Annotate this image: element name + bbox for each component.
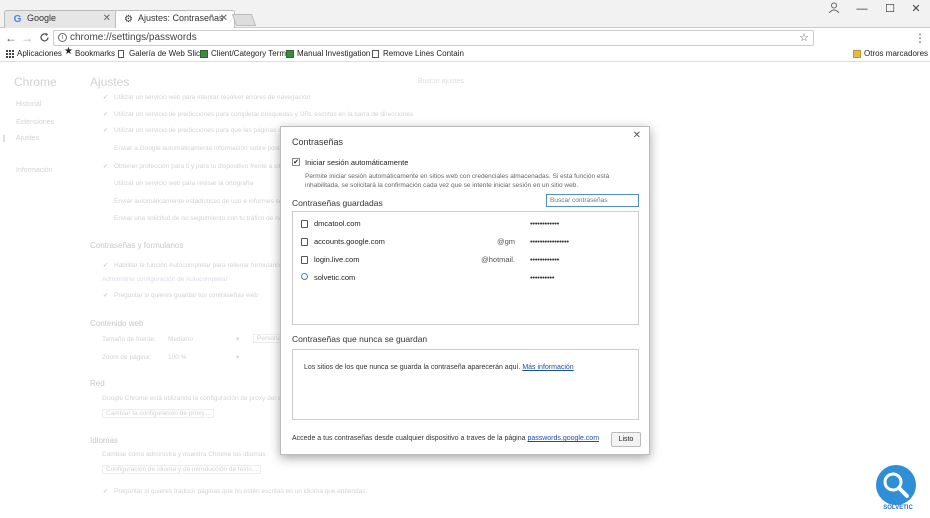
page-icon [118,50,124,58]
minimize-button[interactable]: — [848,0,876,18]
google-icon: G [13,14,22,25]
saved-passwords-list: dmcatool.com •••••••••••• accounts.googl… [292,211,639,325]
url-text: chrome://settings/passwords [70,32,197,43]
new-tab-button[interactable] [231,14,257,26]
list-item[interactable]: dmcatool.com •••••••••••• [293,215,638,233]
password-site: login.live.com [314,255,360,264]
solvetic-icon [301,273,308,280]
address-bar[interactable]: i chrome://settings/passwords ☆ [53,30,814,46]
bookmark-star-icon[interactable]: ☆ [799,31,809,45]
never-saved-empty-text: Los sitios de los que nunca se guarda la… [304,364,574,371]
bookmark-bookmarks[interactable]: ★ Bookmarks [64,46,116,60]
close-window-button[interactable]: ✕ [902,0,930,18]
bookmark-label: Otros marcadores [864,49,929,58]
page-icon [301,256,308,264]
passwords-dialog: Contraseñas ✕ ✔ Iniciar sesión automátic… [280,126,650,455]
chrome-menu-icon[interactable]: ⋮ [914,31,926,45]
tab-label: Ajustes: Contraseñas [138,13,224,23]
solvetic-logo-mark [876,465,916,505]
bookmark-label: Remove Lines Contain [383,49,464,58]
close-tab-icon[interactable]: ✕ [103,13,111,24]
bookmark-client-category[interactable]: Client/Category Term [200,48,286,60]
solvetic-logo: SOLVETIC [872,465,924,513]
page-icon [372,50,379,58]
tab-strip: G Google ✕ ⚙ Ajustes: Contraseñas ✕ — ☐ … [0,0,930,29]
password-masked[interactable]: •••••••••••• [530,215,559,233]
autologin-description: Permite iniciar sesión automáticamente e… [305,173,610,189]
tab-label: Google [27,13,57,23]
bookmark-label: Galería de Web Slice [129,49,205,58]
apps-grid-icon [6,50,14,58]
reload-button[interactable] [37,30,51,46]
bookmark-label: Manual Investigation [297,49,371,58]
password-site: dmcatool.com [314,219,361,228]
tab-google[interactable]: G Google ✕ [4,10,118,28]
close-tab-icon[interactable]: ✕ [220,13,228,24]
bookmark-apps[interactable]: Aplicaciones [6,48,62,60]
bookmark-web-slice[interactable]: Galería de Web Slice [118,48,204,60]
footer-message: Accede a tus contraseñas desde cualquier… [292,435,526,442]
never-saved-list: Los sitios de los que nunca se guarda la… [292,349,639,420]
never-saved-heading: Contraseñas que nunca se guardan [292,334,428,344]
passwords-google-link[interactable]: passwords.google.com [527,435,599,442]
password-search-input[interactable] [546,194,639,207]
back-button[interactable]: ← [4,30,18,46]
green-bookmark-icon [286,50,294,58]
bookmark-label: Client/Category Term [211,49,286,58]
list-item[interactable]: solvetic.com •••••••••• [293,269,638,287]
dialog-title: Contraseñas [292,137,344,147]
close-icon[interactable]: ✕ [633,130,641,141]
bookmark-label: Bookmarks [75,49,116,58]
toolbar: ← → i chrome://settings/passwords ☆ [0,28,930,48]
page-icon [301,220,308,228]
password-username: @hotmail. [481,255,515,264]
autologin-checkbox[interactable]: ✔ [292,158,300,166]
green-bookmark-icon [200,50,208,58]
star-icon: ★ [64,46,73,57]
done-button[interactable]: Listo [611,432,641,447]
user-icon[interactable] [828,2,842,14]
bookmark-manual-investigation[interactable]: Manual Investigation [286,48,370,60]
password-site: solvetic.com [314,273,356,282]
password-masked[interactable]: •••••••••••••••• [530,233,569,251]
maximize-button[interactable]: ☐ [876,0,904,18]
gear-icon: ⚙ [124,14,133,25]
autologin-label[interactable]: Iniciar sesión automáticamente [305,158,408,167]
list-item[interactable]: login.live.com @hotmail. •••••••••••• [293,251,638,269]
tab-settings-passwords[interactable]: ⚙ Ajustes: Contraseñas ✕ [115,10,235,29]
password-masked[interactable]: •••••••••••• [530,251,559,269]
password-site: accounts.google.com [314,237,385,246]
bookmarks-bar: Aplicaciones ★ Bookmarks Galería de Web … [0,46,930,62]
saved-passwords-heading: Contraseñas guardadas [292,198,383,208]
dialog-footer-text: Accede a tus contraseñas desde cualquier… [292,435,599,442]
info-icon[interactable]: i [58,33,67,42]
more-info-link[interactable]: Más información [522,364,573,371]
logo-text: SOLVETIC [883,505,913,511]
list-item[interactable]: accounts.google.com @gm •••••••••••••••• [293,233,638,251]
bookmark-other-folder[interactable]: Otros marcadores [853,48,928,60]
password-masked[interactable]: •••••••••• [530,269,554,287]
never-saved-message: Los sitios de los que nunca se guarda la… [304,364,521,371]
bookmark-label: Aplicaciones [17,49,62,58]
forward-button[interactable]: → [20,30,34,46]
folder-icon [853,50,861,58]
password-username: @gm [496,237,515,246]
bookmark-remove-lines[interactable]: Remove Lines Contain [372,48,464,60]
page-icon [301,238,308,246]
